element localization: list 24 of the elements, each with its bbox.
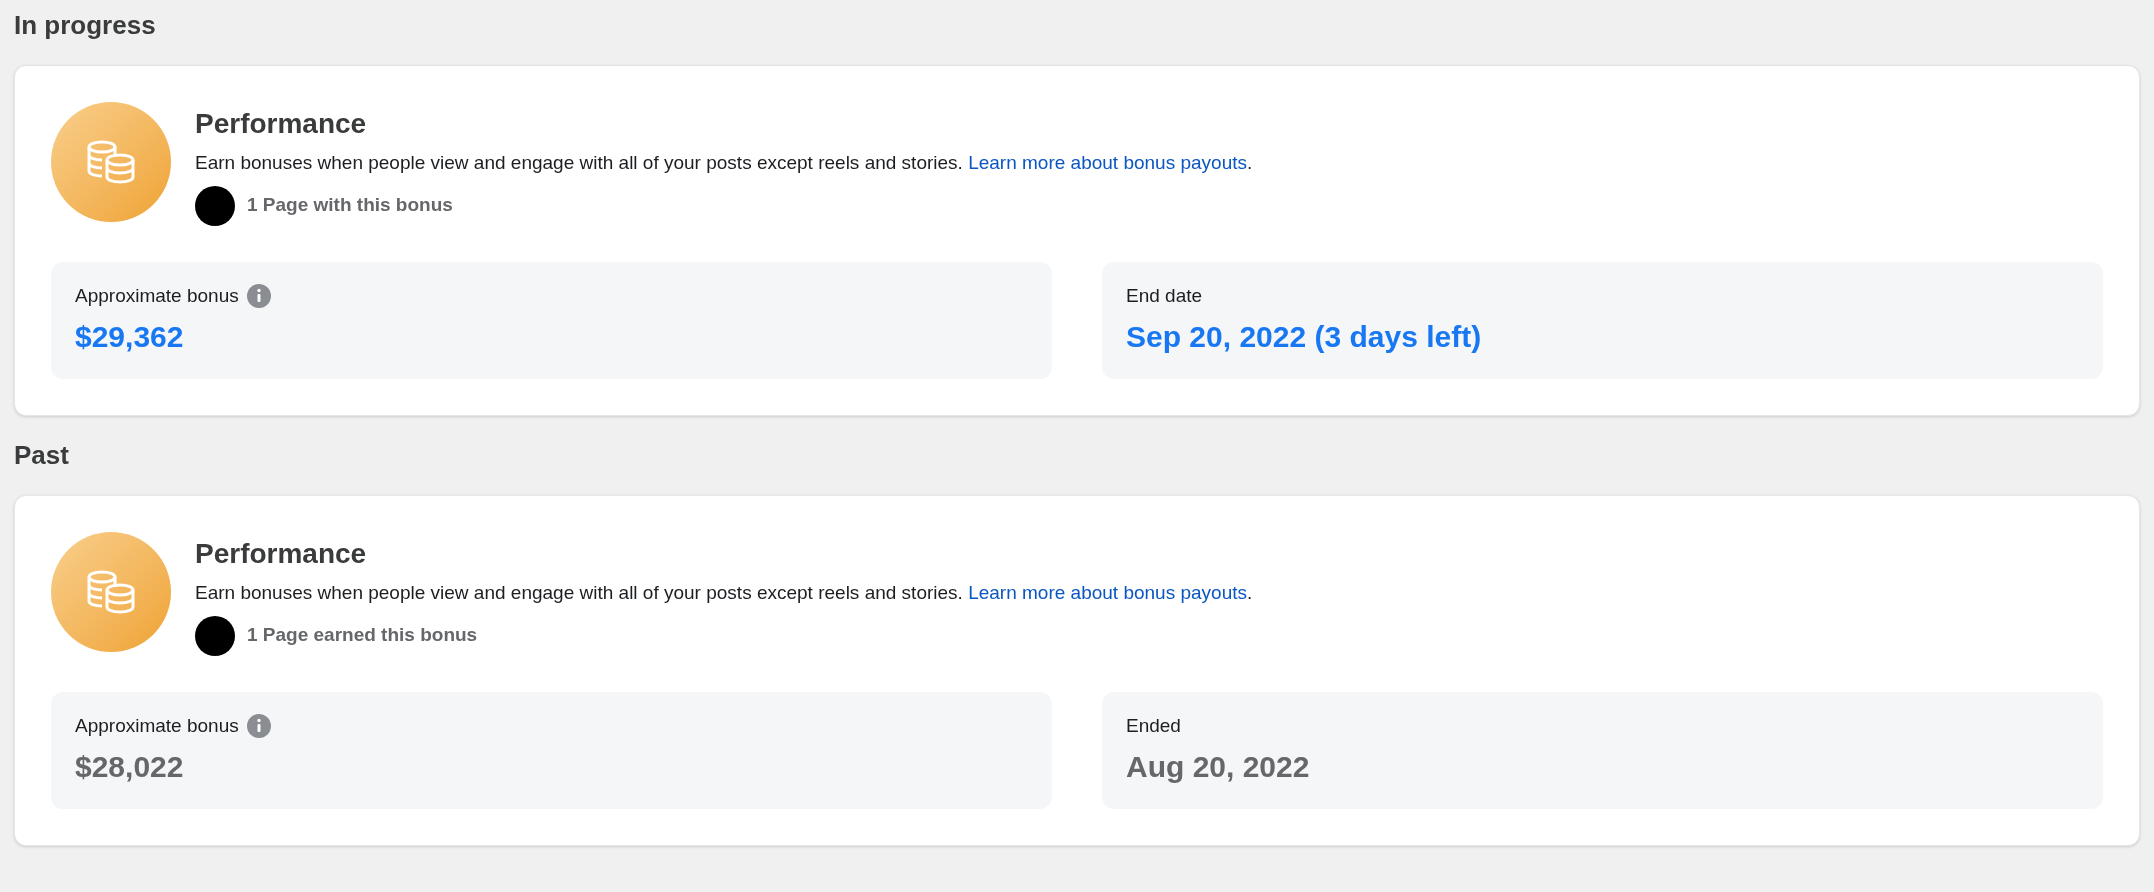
card-title: Performance (195, 537, 368, 571)
coins-icon (85, 569, 137, 615)
learn-more-link[interactable]: Learn more about bonus payouts (968, 152, 1247, 173)
stat-value: Sep 20, 2022 (3 days left) (1126, 319, 1483, 355)
stat-value: Aug 20, 2022 (1126, 749, 1311, 785)
page-avatar (195, 615, 235, 656)
section-heading: Past (14, 439, 70, 472)
stat-label: Approximate bonus (75, 713, 239, 738)
info-icon[interactable] (246, 283, 271, 308)
stat-value: $28,022 (75, 749, 185, 785)
coins-icon (85, 139, 137, 185)
stat-label: Ended (1126, 713, 1181, 738)
stat-label: End date (1126, 283, 1203, 308)
page-avatar (195, 185, 235, 226)
page-count: 1 Page earned this bonus (247, 623, 478, 648)
card-title: Performance (195, 107, 368, 141)
learn-more-link[interactable]: Learn more about bonus payouts (968, 582, 1247, 603)
info-icon[interactable] (246, 713, 271, 738)
section-heading: In progress (14, 9, 157, 42)
stat-label: Approximate bonus (75, 283, 239, 308)
stat-value: $29,362 (75, 319, 185, 355)
page-count: 1 Page with this bonus (247, 193, 453, 218)
card-description: Earn bonuses when people view and engage with all of your posts except reels and stories. Learn more about bonus payouts. (195, 581, 1253, 605)
card-description: Earn bonuses when people view and engage with all of your posts except reels and stories. Learn more about bonus payouts. (195, 151, 1253, 175)
